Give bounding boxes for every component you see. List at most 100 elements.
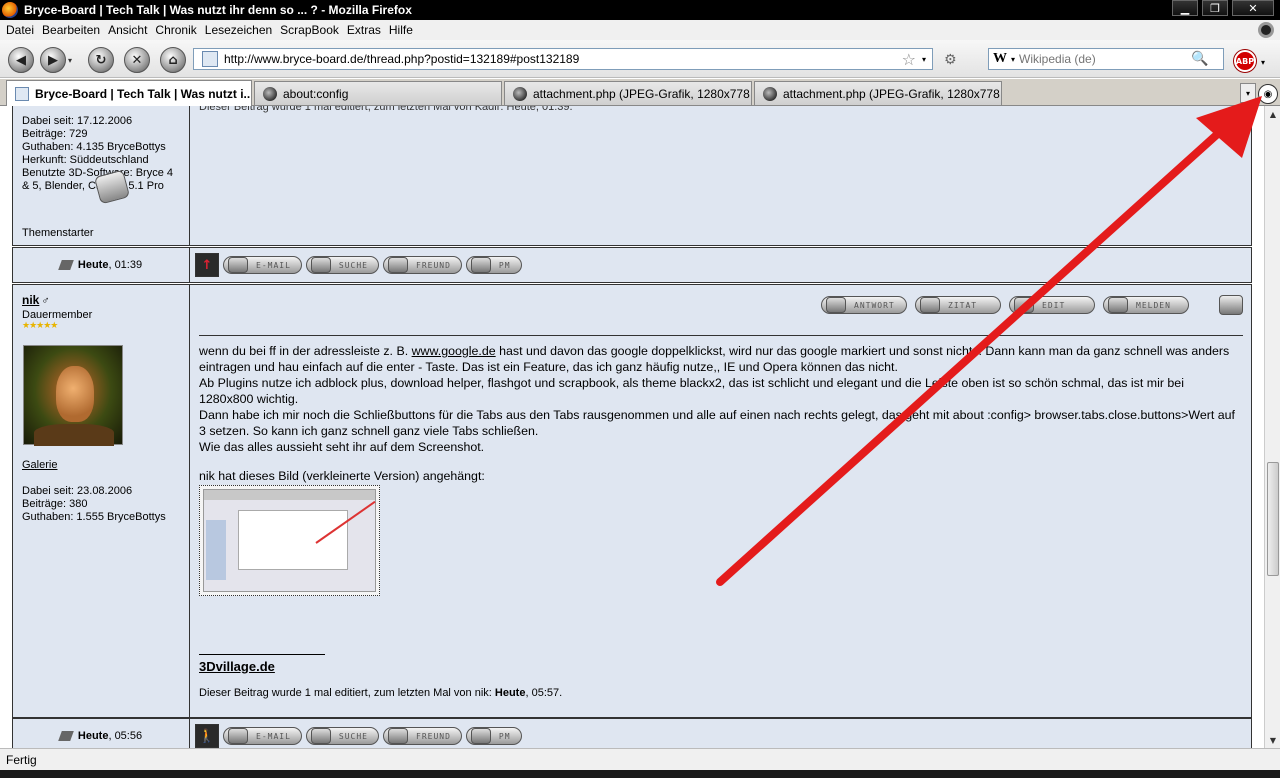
stop-button[interactable]: ✕ — [124, 47, 150, 73]
url-history-dropdown-icon[interactable]: ▾ — [922, 55, 926, 64]
menu-hilfe[interactable]: Hilfe — [389, 23, 413, 37]
home-button[interactable]: ⌂ — [160, 47, 186, 73]
attachment-thumbnail[interactable] — [199, 485, 380, 596]
friend-icon — [388, 728, 408, 744]
scrollbar-thumb[interactable] — [1267, 462, 1279, 576]
forward-button[interactable]: ▶ — [40, 47, 66, 73]
tab-label: attachment.php (JPEG-Grafik, 1280x778 ..… — [783, 86, 1002, 101]
friend-button[interactable]: FREUND — [383, 727, 462, 745]
post-icon — [58, 260, 74, 270]
user-info-line: Guthaben: 1.555 BryceBottys — [22, 511, 166, 523]
search-engine-dropdown-icon[interactable]: ▾ — [1011, 55, 1015, 64]
tab-list-button[interactable]: ▾ — [1240, 83, 1256, 103]
pm-button[interactable]: PM — [465, 256, 522, 274]
adblock-dropdown-icon[interactable]: ▾ — [1261, 58, 1265, 67]
user-info-line: Beiträge: 729 — [22, 128, 88, 140]
search-button[interactable]: SUCHE — [305, 727, 379, 745]
post-date-time: , 01:39 — [108, 259, 143, 271]
post-1-message-column: Dieser Beitrag wurde 1 mal editiert, zum… — [191, 106, 1251, 245]
message-divider — [199, 335, 1243, 336]
bookmark-star-icon[interactable]: ☆ — [902, 50, 916, 69]
firefox-favicon-icon — [263, 86, 277, 101]
message-paragraph: Dann habe ich mir noch die Schließbutton… — [199, 408, 1235, 438]
adblock-plus-icon[interactable]: ABP — [1234, 50, 1256, 72]
post-2-author-column: nik ♂ Dauermember ★★★★★ Galerie Dabei sei… — [13, 285, 190, 717]
gallery-link[interactable]: Galerie — [22, 459, 57, 472]
email-button-label: E-MAIL — [256, 260, 291, 270]
menu-lesezeichen[interactable]: Lesezeichen — [205, 23, 272, 37]
reply-button[interactable]: ANTWORT — [821, 296, 907, 314]
post-2-username[interactable]: nik — [22, 293, 39, 307]
history-dropdown-icon[interactable]: ▾ — [68, 56, 72, 65]
extension-icon[interactable]: ⚙ — [944, 52, 960, 68]
close-window-button[interactable]: ✕ — [1232, 0, 1274, 16]
scroll-up-icon[interactable]: ▲ — [1265, 106, 1280, 122]
message-paragraph: Ab Plugins nutze ich adblock plus, downl… — [199, 376, 1184, 406]
attachment-label: nik hat dieses Bild (verkleinerte Versio… — [199, 469, 485, 483]
post-1-contact-buttons: ↑ E-MAIL SUCHE FREUND PM — [191, 248, 1251, 282]
post-2: nik ♂ Dauermember ★★★★★ Galerie Dabei sei… — [12, 284, 1252, 718]
email-button[interactable]: E-MAIL — [223, 727, 302, 745]
edited-prefix: Dieser Beitrag wurde 1 mal editiert, zum… — [199, 687, 495, 699]
minimize-button[interactable]: ▁ — [1172, 0, 1198, 16]
search-engine-icon[interactable]: W — [993, 51, 1007, 67]
back-button[interactable]: ◀ — [8, 47, 34, 73]
user-info-line: Beiträge: 380 — [22, 498, 88, 510]
tab-label: about:config — [283, 86, 349, 101]
tab-about-config[interactable]: about:config — [254, 81, 502, 105]
menu-extras[interactable]: Extras — [347, 23, 381, 37]
male-icon: ♂ — [41, 295, 50, 307]
site-identity-icon[interactable] — [202, 51, 218, 67]
menu-ansicht[interactable]: Ansicht — [108, 23, 147, 37]
post-2-message-column: ANTWORT ZITAT EDIT MELDEN wenn du bei ff… — [191, 285, 1251, 717]
menu-datei[interactable]: Datei — [6, 23, 34, 37]
friend-button-label: FREUND — [416, 731, 451, 741]
edited-day: Heute — [494, 687, 526, 699]
tab-attachment-1[interactable]: attachment.php (JPEG-Grafik, 1280x778 ..… — [504, 81, 752, 105]
signature-link[interactable]: 3Dvillage.de — [199, 659, 275, 674]
search-button-label: SUCHE — [338, 731, 368, 741]
tab-bryce-board[interactable]: Bryce-Board | Tech Talk | Was nutzt i... — [6, 80, 252, 106]
navigation-toolbar: ◀ ▶ ▾ ↻ ✕ ⌂ http://www.bryce-board.de/th… — [0, 40, 1280, 78]
vertical-scrollbar[interactable]: ▲ ▼ — [1264, 106, 1280, 748]
post-date: Heute, 01:39 — [13, 248, 190, 282]
menu-chronik[interactable]: Chronik — [155, 23, 196, 37]
online-status-icon: 🚶 — [195, 724, 219, 748]
edit-button[interactable]: EDIT — [1009, 296, 1095, 314]
scroll-down-icon[interactable]: ▼ — [1265, 732, 1280, 748]
post-date-time: , 05:56 — [108, 730, 143, 742]
magnifier-icon — [310, 257, 331, 273]
tab-label: attachment.php (JPEG-Grafik, 1280x778 ..… — [533, 86, 752, 101]
pm-button-label: PM — [498, 260, 511, 270]
url-text[interactable]: http://www.bryce-board.de/thread.php?pos… — [224, 52, 902, 66]
report-icon — [1108, 297, 1128, 313]
url-bar[interactable]: http://www.bryce-board.de/thread.php?pos… — [193, 48, 933, 70]
menu-bearbeiten[interactable]: Bearbeiten — [42, 23, 100, 37]
window-titlebar: Bryce-Board | Tech Talk | Was nutzt ihr … — [0, 0, 1280, 20]
pm-button[interactable]: PM — [465, 727, 522, 745]
avatar — [23, 345, 123, 446]
friend-button[interactable]: FREUND — [383, 256, 462, 274]
maximize-button[interactable]: ❐ — [1202, 0, 1228, 16]
search-button[interactable]: SUCHE — [305, 256, 379, 274]
email-button[interactable]: E-MAIL — [223, 256, 302, 274]
message-icon — [470, 728, 491, 744]
close-tab-button[interactable]: ◉ — [1258, 84, 1278, 104]
reload-button[interactable]: ↻ — [88, 47, 114, 73]
search-icon[interactable]: 🔍 — [1191, 51, 1208, 67]
post-2-edited-note: Dieser Beitrag wurde 1 mal editiert, zum… — [199, 687, 562, 699]
thumbnail-sidebar — [206, 520, 226, 580]
menu-bar: Datei Bearbeiten Ansicht Chronik Lesezei… — [0, 20, 1280, 40]
quote-button[interactable]: ZITAT — [915, 296, 1001, 314]
post-2-username-row: nik ♂ — [22, 293, 50, 307]
menu-scrapbook[interactable]: ScrapBook — [280, 23, 339, 37]
post-icon — [58, 731, 74, 741]
google-link[interactable]: www.google.de — [412, 344, 496, 358]
tab-attachment-2[interactable]: attachment.php (JPEG-Grafik, 1280x778 ..… — [754, 81, 1002, 105]
post-actions: ANTWORT ZITAT EDIT MELDEN — [821, 295, 1243, 315]
search-input[interactable] — [1019, 50, 1190, 68]
report-button[interactable]: MELDEN — [1103, 296, 1189, 314]
avatar-face — [56, 366, 94, 422]
status-text: Fertig — [6, 752, 37, 767]
search-bar[interactable]: W ▾ 🔍 — [988, 48, 1224, 70]
